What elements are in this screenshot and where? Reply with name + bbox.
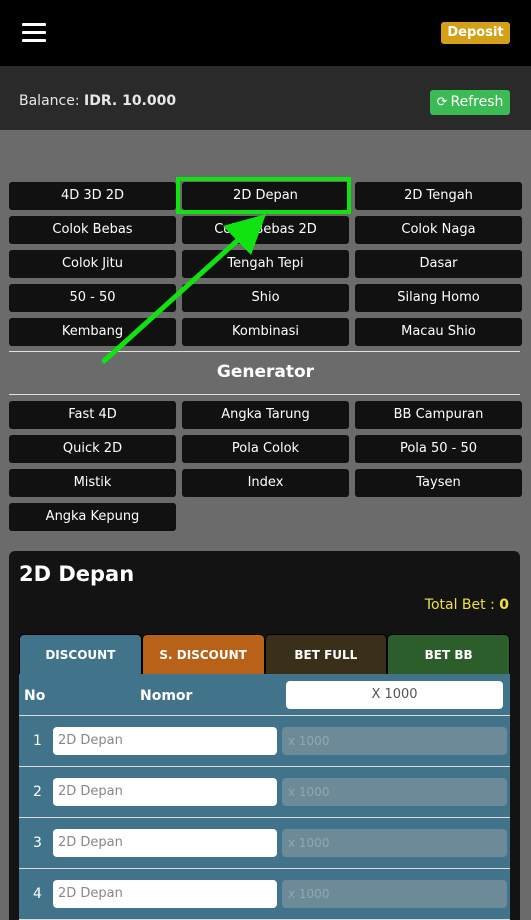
- gen-angka-tarung-button[interactable]: Angka Tarung: [182, 401, 349, 429]
- tab-bet-full[interactable]: BET FULL: [264, 634, 388, 674]
- bet-amount-input[interactable]: x 1000: [282, 880, 507, 908]
- number-input[interactable]: 2D Depan: [53, 880, 277, 908]
- balance-label: Balance:: [19, 93, 80, 109]
- refresh-label: Refresh: [450, 94, 504, 110]
- gen-taysen-button[interactable]: Taysen: [355, 469, 522, 497]
- row-divider: [19, 817, 510, 818]
- gen-quick-2d-button[interactable]: Quick 2D: [9, 435, 176, 463]
- bet-amount-input[interactable]: x 1000: [282, 778, 507, 806]
- panel-title: 2D Depan: [19, 562, 135, 586]
- gen-index-button[interactable]: Index: [182, 469, 349, 497]
- tab-discount[interactable]: DISCOUNT: [19, 634, 142, 674]
- row-divider: [19, 766, 510, 767]
- game-kombinasi-button[interactable]: Kombinasi: [182, 318, 349, 346]
- number-input[interactable]: 2D Depan: [53, 778, 277, 806]
- game-shio-button[interactable]: Shio: [182, 284, 349, 312]
- game-colok-jitu-button[interactable]: Colok Jitu: [9, 250, 176, 278]
- game-kembang-button[interactable]: Kembang: [9, 318, 176, 346]
- row-divider: [19, 868, 510, 869]
- deposit-button[interactable]: Deposit: [441, 22, 510, 44]
- game-2d-tengah-button[interactable]: 2D Tengah: [355, 182, 522, 210]
- gen-angka-kepung-button[interactable]: Angka Kepung: [9, 503, 176, 531]
- game-dasar-button[interactable]: Dasar: [355, 250, 522, 278]
- number-input[interactable]: 2D Depan: [53, 829, 277, 857]
- total-bet: Total Bet : 0: [425, 597, 509, 613]
- game-colok-naga-button[interactable]: Colok Naga: [355, 216, 522, 244]
- gen-pola-50-50-button[interactable]: Pola 50 - 50: [355, 435, 522, 463]
- game-4d-3d-2d-button[interactable]: 4D 3D 2D: [9, 182, 176, 210]
- generator-grid: Fast 4D Angka Tarung BB Campuran Quick 2…: [9, 401, 522, 531]
- bet-amount-input[interactable]: x 1000: [282, 829, 507, 857]
- bet-amount-input[interactable]: x 1000: [282, 727, 507, 755]
- game-colok-bebas-2d-button[interactable]: Colok Bebas 2D: [182, 216, 349, 244]
- game-colok-bebas-button[interactable]: Colok Bebas: [9, 216, 176, 244]
- game-tengah-tepi-button[interactable]: Tengah Tepi: [182, 250, 349, 278]
- balance-value: IDR. 10.000: [84, 93, 177, 109]
- row-number: 3: [33, 835, 42, 851]
- gen-mistik-button[interactable]: Mistik: [9, 469, 176, 497]
- tab-bet-bb[interactable]: BET BB: [387, 634, 510, 674]
- row-number: 1: [33, 733, 42, 749]
- number-input[interactable]: 2D Depan: [53, 727, 277, 755]
- total-bet-label: Total Bet :: [424, 597, 495, 613]
- bet-tabs: DISCOUNT S. DISCOUNT BET FULL BET BB: [19, 634, 510, 674]
- game-silang-homo-button[interactable]: Silang Homo: [355, 284, 522, 312]
- generator-title: Generator: [216, 362, 315, 382]
- column-header-nomor: Nomor: [140, 688, 193, 704]
- balance-text: Balance: IDR. 10.000: [19, 93, 176, 109]
- highlight-box: [176, 177, 351, 214]
- gen-bb-campuran-button[interactable]: BB Campuran: [355, 401, 522, 429]
- row-divider: [19, 715, 510, 716]
- multiplier-input[interactable]: X 1000: [286, 681, 503, 709]
- tab-s-discount[interactable]: S. DISCOUNT: [141, 634, 265, 674]
- divider: [9, 394, 520, 395]
- game-macau-shio-button[interactable]: Macau Shio: [355, 318, 522, 346]
- game-50-50-button[interactable]: 50 - 50: [9, 284, 176, 312]
- gen-pola-colok-button[interactable]: Pola Colok: [182, 435, 349, 463]
- divider: [9, 351, 520, 352]
- hamburger-menu-icon[interactable]: [22, 23, 46, 43]
- total-bet-value: 0: [499, 597, 509, 613]
- column-header-no: No: [24, 688, 46, 704]
- top-bar: Deposit: [0, 0, 531, 66]
- row-number: 4: [33, 886, 42, 902]
- gen-fast-4d-button[interactable]: Fast 4D: [9, 401, 176, 429]
- refresh-button[interactable]: ⟳ Refresh: [430, 90, 510, 115]
- row-number: 2: [33, 784, 42, 800]
- refresh-icon: ⟳: [436, 95, 448, 110]
